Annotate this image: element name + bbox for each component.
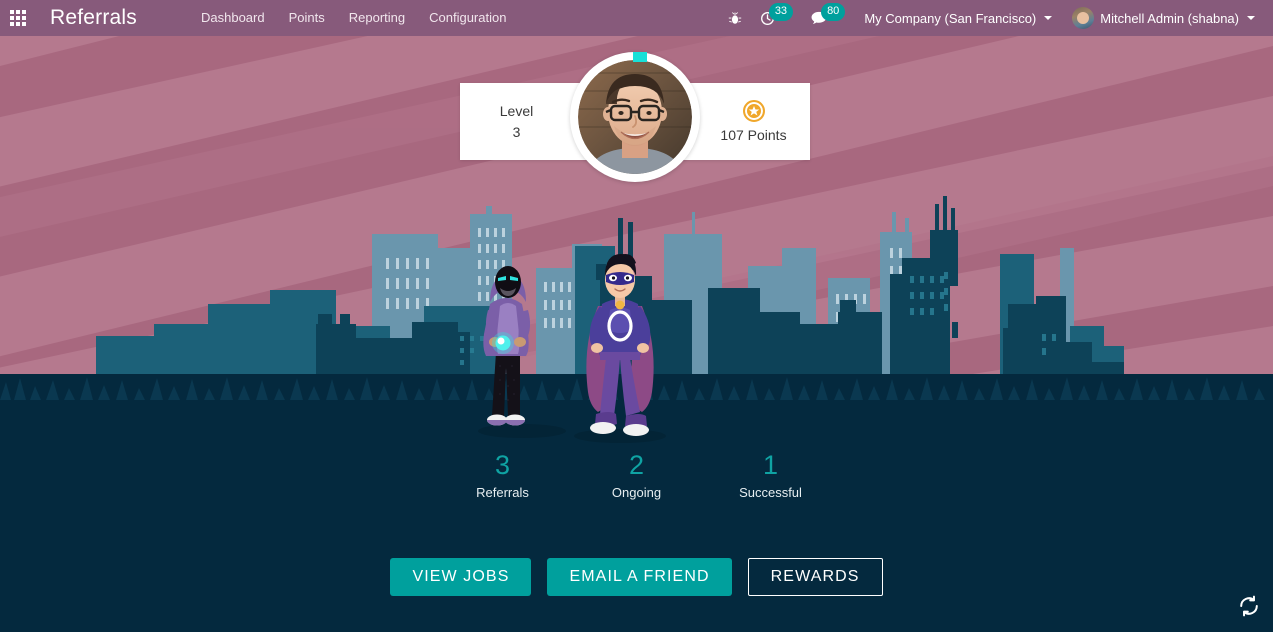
user-menu[interactable]: Mitchell Admin (shabna) bbox=[1062, 0, 1265, 36]
stat-successful-label: Successful bbox=[739, 485, 802, 500]
hero-illustration-characters bbox=[478, 254, 666, 443]
activities-count-badge: 33 bbox=[768, 3, 794, 21]
superhero-character bbox=[586, 254, 654, 436]
star-badge-icon bbox=[742, 99, 765, 122]
level-value: 3 bbox=[512, 123, 521, 140]
avatar bbox=[1072, 7, 1095, 29]
points-value: 107 Points bbox=[720, 126, 787, 143]
company-switcher[interactable]: My Company (San Francisco) bbox=[854, 0, 1062, 36]
chevron-down-icon bbox=[1044, 16, 1053, 20]
stat-referrals-label: Referrals bbox=[476, 485, 529, 500]
user-avatar-large[interactable] bbox=[570, 52, 700, 182]
bug-icon[interactable] bbox=[719, 0, 751, 36]
chevron-down-icon bbox=[1247, 16, 1255, 20]
stat-ongoing[interactable]: 2 Ongoing bbox=[570, 448, 704, 502]
main-menu: Dashboard Points Reporting Configuration bbox=[189, 0, 518, 36]
referral-stats: 3 Referrals 2 Ongoing 1 Successful bbox=[0, 448, 1273, 502]
navbar-right-tools: 33 80 My Company (San Francisco) Mitchel… bbox=[719, 0, 1273, 36]
level-progress-marker bbox=[633, 52, 647, 62]
menu-item-configuration[interactable]: Configuration bbox=[417, 0, 518, 36]
action-buttons: VIEW JOBS EMAIL A FRIEND REWARDS bbox=[0, 558, 1273, 596]
menu-item-reporting[interactable]: Reporting bbox=[337, 0, 417, 36]
messages-menu[interactable]: 80 bbox=[802, 0, 854, 36]
stat-ongoing-label: Ongoing bbox=[611, 485, 662, 500]
stat-successful[interactable]: 1 Successful bbox=[704, 448, 838, 502]
apps-grid-icon[interactable] bbox=[0, 0, 36, 36]
referrals-dashboard: Referrals Dashboard Points Reporting Con… bbox=[0, 0, 1273, 632]
villain-character bbox=[483, 266, 531, 426]
user-name: Mitchell Admin (shabna) bbox=[1100, 10, 1239, 26]
messages-count-badge: 80 bbox=[821, 3, 846, 21]
menu-item-points[interactable]: Points bbox=[277, 0, 337, 36]
refresh-icon[interactable] bbox=[1235, 592, 1263, 620]
stat-referrals-value: 3 bbox=[494, 450, 511, 480]
activities-menu[interactable]: 33 bbox=[751, 0, 802, 36]
company-name: My Company (San Francisco) bbox=[864, 10, 1037, 26]
stat-ongoing-value: 2 bbox=[628, 450, 645, 480]
stat-successful-value: 1 bbox=[762, 450, 779, 480]
menu-item-dashboard[interactable]: Dashboard bbox=[189, 0, 277, 36]
avatar-photo bbox=[578, 60, 692, 174]
top-navbar: Referrals Dashboard Points Reporting Con… bbox=[0, 0, 1273, 36]
view-jobs-button[interactable]: VIEW JOBS bbox=[390, 558, 532, 596]
level-label: Level bbox=[499, 102, 534, 119]
rewards-button[interactable]: REWARDS bbox=[747, 558, 883, 596]
app-brand-title[interactable]: Referrals bbox=[50, 6, 137, 30]
email-a-friend-button[interactable]: EMAIL A FRIEND bbox=[547, 558, 732, 596]
stat-referrals[interactable]: 3 Referrals bbox=[436, 448, 570, 502]
